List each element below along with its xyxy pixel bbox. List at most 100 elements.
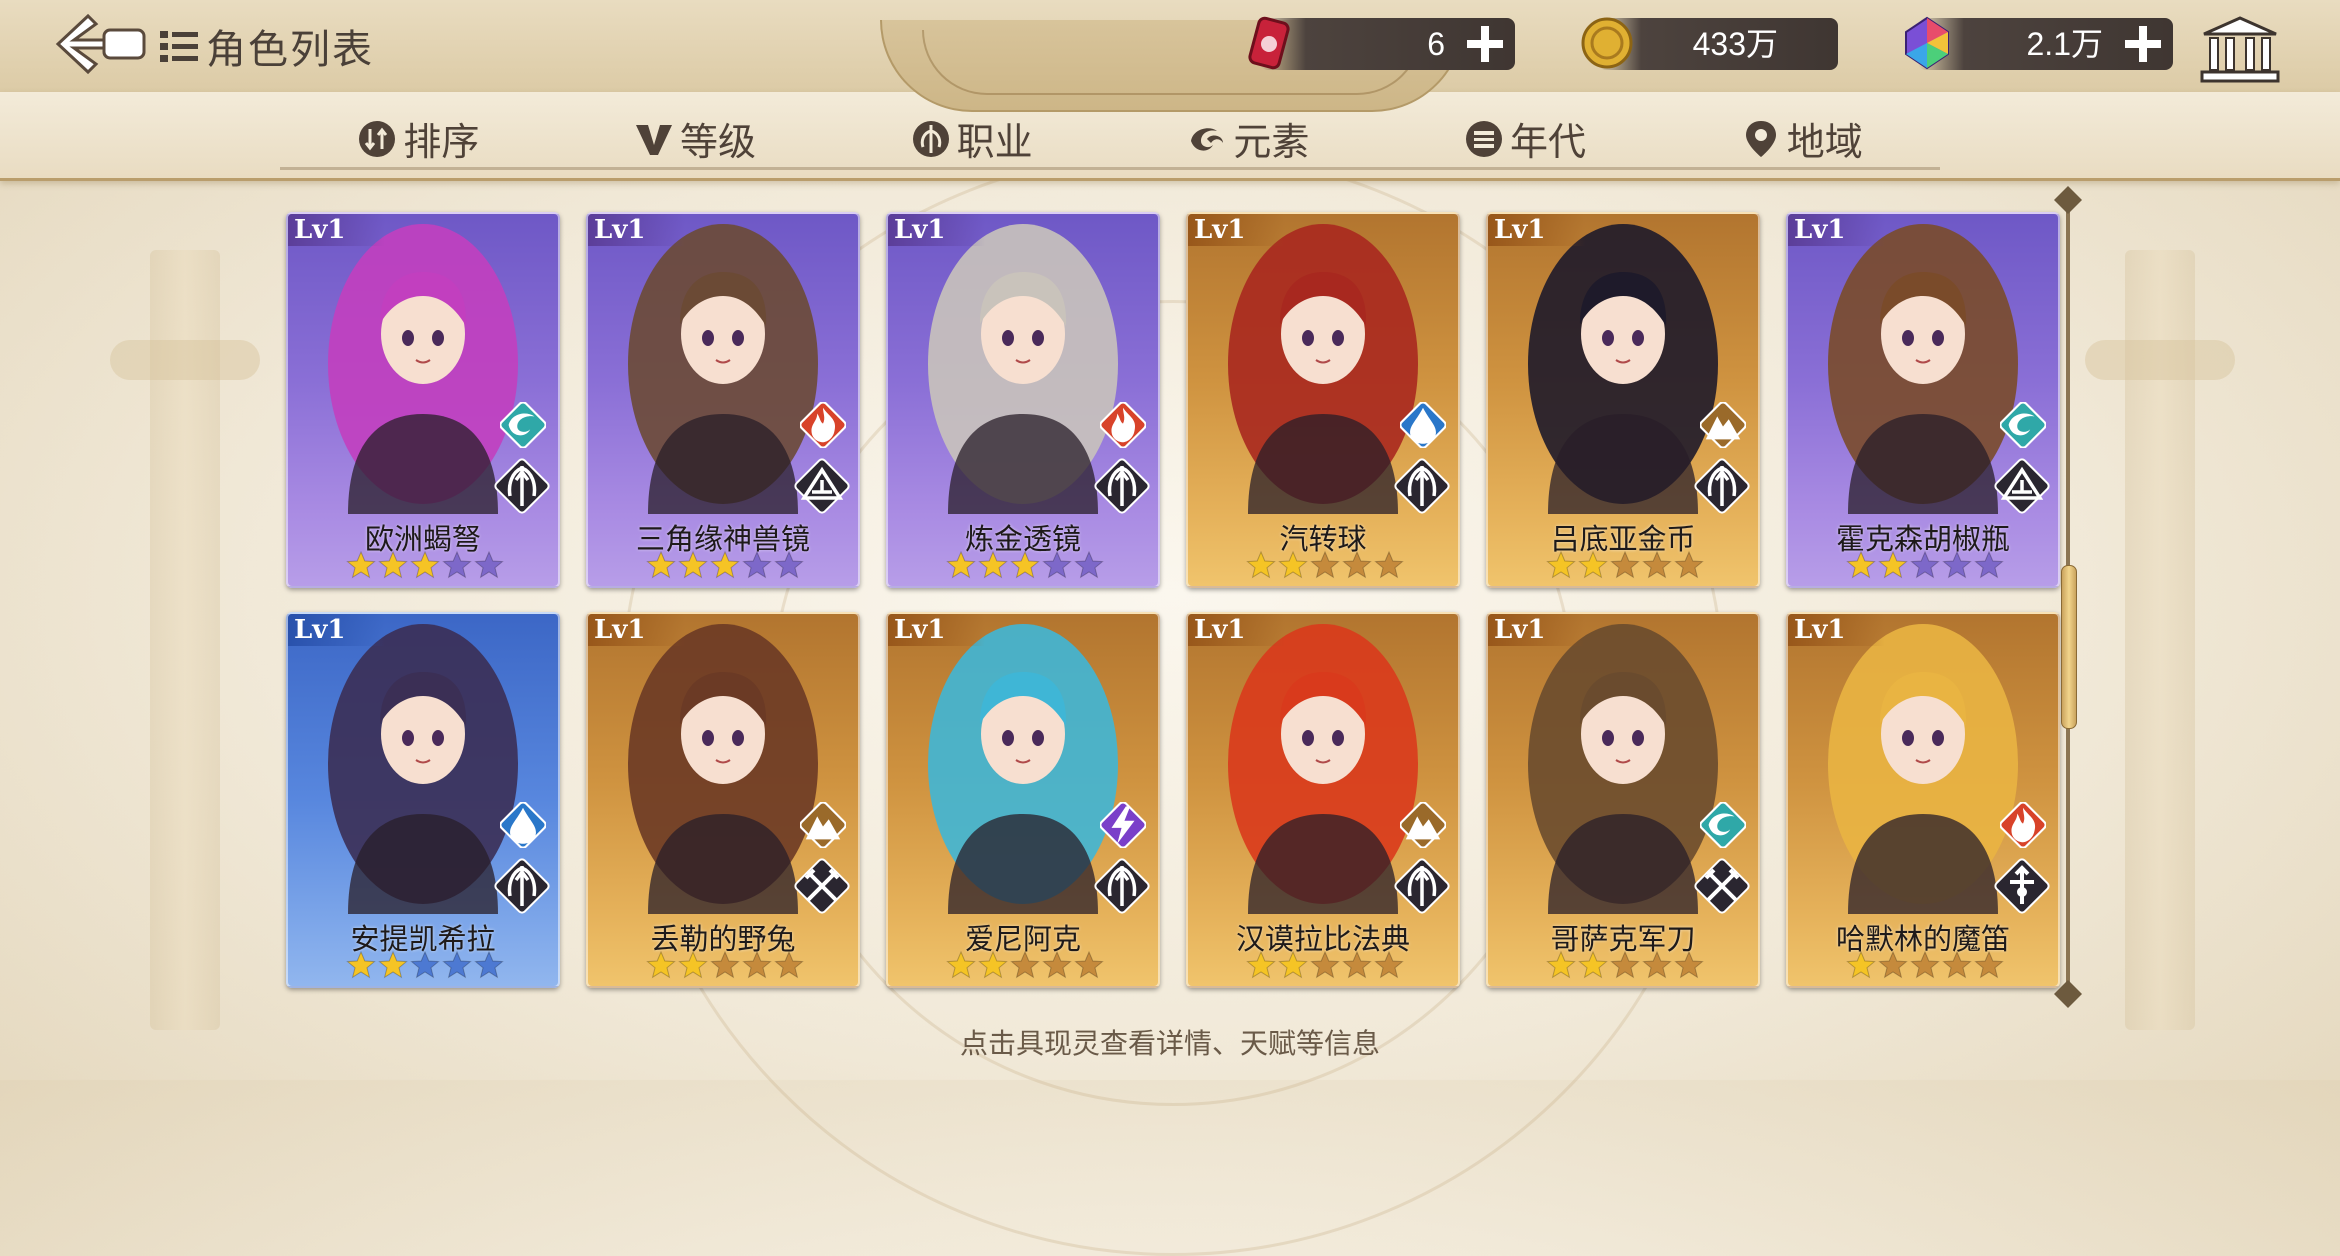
bank-button[interactable] bbox=[2200, 16, 2280, 84]
character-card[interactable]: Lv1 吕底亚金币 bbox=[1486, 212, 1760, 588]
add-fuel-button[interactable] bbox=[1463, 22, 1507, 66]
rarity-star-icon bbox=[346, 550, 376, 579]
gold-value: 433万 bbox=[1692, 26, 1778, 62]
element-fire-icon bbox=[800, 402, 846, 448]
rarity-star-icon bbox=[346, 950, 376, 979]
tab-level[interactable]: 等级 bbox=[556, 110, 834, 170]
element-water-icon bbox=[500, 802, 546, 848]
rarity-star-icon bbox=[1310, 550, 1340, 579]
rarity-star-icon bbox=[1342, 950, 1372, 979]
rarity-stars bbox=[1846, 950, 2004, 980]
rarity-star-icon bbox=[1246, 950, 1276, 979]
class-archer-icon bbox=[1094, 858, 1150, 914]
rarity-star-icon bbox=[774, 950, 804, 979]
character-card[interactable]: Lv1 三角缘神兽镜 bbox=[586, 212, 860, 588]
rarity-star-icon bbox=[678, 550, 708, 579]
profession-icon bbox=[912, 120, 949, 157]
rarity-star-icon bbox=[1878, 550, 1908, 579]
tab-profession-label: 职业 bbox=[956, 122, 1033, 164]
element-wind-icon bbox=[500, 402, 546, 448]
tab-profession[interactable]: 职业 bbox=[833, 110, 1111, 170]
rarity-star-icon bbox=[474, 950, 504, 979]
level-badge: Lv1 bbox=[288, 614, 386, 646]
rarity-star-icon bbox=[742, 550, 772, 579]
scrollbar-thumb[interactable] bbox=[2061, 565, 2077, 729]
level-badge: Lv1 bbox=[1788, 614, 1886, 646]
rarity-star-icon bbox=[1610, 950, 1640, 979]
era-icon bbox=[1466, 120, 1503, 157]
page-title: 角色列表 bbox=[160, 18, 374, 74]
rarity-star-icon bbox=[1974, 550, 2004, 579]
location-pin-icon bbox=[1745, 120, 1776, 157]
class-support-icon bbox=[1994, 858, 2050, 914]
character-card[interactable]: Lv1 爱尼阿克 bbox=[886, 612, 1160, 988]
rarity-star-icon bbox=[378, 950, 408, 979]
rarity-star-icon bbox=[1310, 950, 1340, 979]
tab-region-label: 地域 bbox=[1786, 122, 1863, 164]
rarity-star-icon bbox=[646, 550, 676, 579]
rarity-star-icon bbox=[1846, 550, 1876, 579]
tab-element-label: 元素 bbox=[1233, 122, 1310, 164]
rarity-star-icon bbox=[1674, 550, 1704, 579]
rarity-star-icon bbox=[1642, 950, 1672, 979]
level-badge: Lv1 bbox=[888, 614, 986, 646]
rainbow-gem-icon bbox=[1905, 16, 1949, 70]
rarity-star-icon bbox=[1042, 950, 1072, 979]
rarity-star-icon bbox=[1278, 550, 1308, 579]
element-water-icon bbox=[1400, 402, 1446, 448]
rarity-star-icon bbox=[378, 550, 408, 579]
gold-resource-counter: 433万 bbox=[1581, 17, 1838, 70]
rarity-star-icon bbox=[1910, 550, 1940, 579]
element-icon bbox=[1191, 127, 1224, 151]
tab-element[interactable]: 元素 bbox=[1110, 110, 1387, 170]
sort-icon bbox=[359, 120, 396, 157]
class-archer-icon bbox=[494, 858, 550, 914]
page-title-text: 角色列表 bbox=[206, 28, 374, 72]
character-card[interactable]: Lv1 炼金透镜 bbox=[886, 212, 1160, 588]
rarity-star-icon bbox=[1974, 950, 2004, 979]
rarity-star-icon bbox=[1374, 950, 1404, 979]
rarity-star-icon bbox=[946, 950, 976, 979]
class-archer-icon bbox=[1694, 458, 1750, 514]
rarity-stars bbox=[1546, 550, 1704, 580]
rarity-star-icon bbox=[1074, 950, 1104, 979]
character-card[interactable]: Lv1 丢勒的野兔 bbox=[586, 612, 860, 988]
back-button[interactable] bbox=[52, 12, 148, 76]
fuel-value: 6 bbox=[1427, 26, 1445, 62]
tab-region[interactable]: 地域 bbox=[1663, 110, 1941, 170]
rarity-stars bbox=[1846, 550, 2004, 580]
rarity-star-icon bbox=[1942, 950, 1972, 979]
element-thunder-icon bbox=[1100, 802, 1146, 848]
add-gem-button[interactable] bbox=[2121, 22, 2165, 66]
rarity-star-icon bbox=[1578, 550, 1608, 579]
tab-era[interactable]: 年代 bbox=[1386, 110, 1664, 170]
rarity-star-icon bbox=[1942, 550, 1972, 579]
character-card[interactable]: Lv1 汽转球 bbox=[1186, 212, 1460, 588]
rarity-star-icon bbox=[1642, 550, 1672, 579]
rarity-star-icon bbox=[678, 950, 708, 979]
rarity-star-icon bbox=[1074, 550, 1104, 579]
character-card[interactable]: Lv1 欧洲蝎弩 bbox=[286, 212, 560, 588]
tab-level-label: 等级 bbox=[680, 122, 757, 164]
character-card[interactable]: Lv1 汉谟拉比法典 bbox=[1186, 612, 1460, 988]
level-badge: Lv1 bbox=[1788, 214, 1886, 246]
scrollbar-bottom-ornament bbox=[2054, 980, 2082, 1008]
character-card[interactable]: Lv1 安提凯希拉 bbox=[286, 612, 560, 988]
level-badge: Lv1 bbox=[888, 214, 986, 246]
rarity-star-icon bbox=[1546, 550, 1576, 579]
rarity-star-icon bbox=[1674, 950, 1704, 979]
tab-sort[interactable]: 排序 bbox=[280, 110, 557, 170]
character-card[interactable]: Lv1 哥萨克军刀 bbox=[1486, 612, 1760, 988]
tab-sort-label: 排序 bbox=[403, 122, 480, 164]
rarity-star-icon bbox=[978, 550, 1008, 579]
rarity-stars bbox=[946, 950, 1104, 980]
rarity-star-icon bbox=[1246, 550, 1276, 579]
class-archer-icon bbox=[1394, 458, 1450, 514]
class-warrior-icon bbox=[794, 858, 850, 914]
rarity-star-icon bbox=[710, 550, 740, 579]
level-badge: Lv1 bbox=[1488, 614, 1586, 646]
character-card[interactable]: Lv1 霍克森胡椒瓶 bbox=[1786, 212, 2060, 588]
rarity-star-icon bbox=[474, 550, 504, 579]
class-warrior-icon bbox=[1694, 858, 1750, 914]
character-card[interactable]: Lv1 哈默林的魔笛 bbox=[1786, 612, 2060, 988]
